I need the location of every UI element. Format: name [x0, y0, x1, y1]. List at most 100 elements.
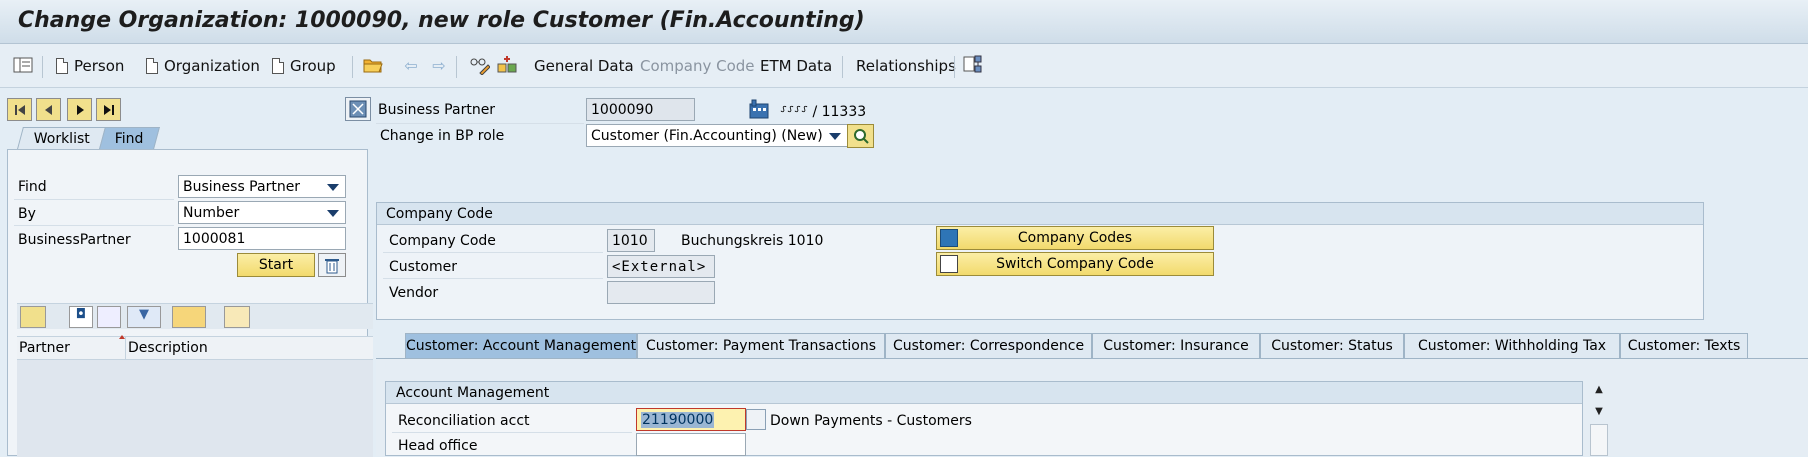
- cc-description: Buchungskreis 1010: [681, 233, 824, 249]
- start-label: Start: [258, 257, 294, 273]
- vendor-number-field: [607, 281, 715, 304]
- general-data-label: General Data: [534, 57, 634, 75]
- vendor-label: Vendor: [389, 285, 439, 301]
- company-code-label: Company Code: [640, 57, 755, 75]
- back-arrow-icon[interactable]: ⇦: [400, 54, 422, 76]
- person-button[interactable]: Person: [56, 54, 124, 78]
- tab-insurance[interactable]: Customer: Insurance: [1092, 333, 1260, 358]
- start-button[interactable]: Start: [237, 253, 315, 277]
- tab-find[interactable]: Find: [99, 127, 160, 149]
- head-office-label: Head office: [398, 438, 478, 454]
- detail-view-icon[interactable]: [12, 54, 34, 76]
- tab-label: Customer: Texts: [1627, 338, 1741, 354]
- head-office-input[interactable]: [636, 433, 746, 456]
- by-select-value: Number: [183, 204, 240, 221]
- divider: [392, 432, 632, 433]
- value-help-icon[interactable]: [746, 409, 766, 430]
- find-select-value: Business Partner: [183, 178, 301, 195]
- company-codes-icon: [940, 229, 958, 247]
- title-bar: Change Organization: 1000090, new role C…: [0, 0, 1808, 44]
- find-icon[interactable]: [20, 306, 46, 328]
- add-to-worklist-icon[interactable]: [224, 306, 250, 328]
- find-next-icon[interactable]: [97, 306, 121, 328]
- open-folder-icon[interactable]: [362, 54, 384, 76]
- group-label: Group: [290, 57, 336, 75]
- company-code-group-title: Company Code: [377, 203, 1703, 225]
- account-management-group: Account Management Reconciliation acct 2…: [385, 381, 1583, 456]
- role-details-icon[interactable]: [847, 124, 874, 148]
- previous-entry-button[interactable]: [36, 98, 61, 121]
- binoculars-icon[interactable]: ◘: [69, 306, 93, 328]
- tab-account-management[interactable]: Customer: Account Management: [405, 333, 637, 358]
- find-select[interactable]: Business Partner: [178, 175, 346, 198]
- next-entry-button[interactable]: [67, 98, 92, 121]
- tab-label: Customer: Withholding Tax: [1417, 338, 1607, 354]
- by-select[interactable]: Number: [178, 201, 346, 224]
- toolbar-separator: [954, 56, 955, 78]
- column-divider: [125, 337, 126, 359]
- etm-data-label: ETM Data: [760, 57, 833, 75]
- company-code-group: Company Code Company Code 1010 Buchungsk…: [376, 202, 1704, 320]
- company-codes-label: Company Codes: [1017, 230, 1133, 246]
- organization-label: Organization: [164, 57, 260, 75]
- person-label: Person: [74, 57, 125, 75]
- collapse-header-icon[interactable]: [345, 97, 371, 121]
- column-description[interactable]: Description: [128, 340, 208, 356]
- tab-label: Customer: Insurance: [1103, 338, 1249, 354]
- relationships-button[interactable]: Relationships: [856, 54, 956, 78]
- bp-address-text: ⸉⸉⸉⸉ / 11333: [780, 104, 867, 120]
- role-label: Change in BP role: [380, 128, 505, 144]
- toolbar-separator: [842, 56, 843, 78]
- document-icon: [146, 58, 158, 74]
- organization-button[interactable]: Organization: [146, 54, 260, 78]
- bp-role-value: Customer (Fin.Accounting) (New): [591, 127, 823, 144]
- switch-display-change-icon[interactable]: [496, 54, 518, 76]
- tab-status[interactable]: Customer: Status: [1260, 333, 1404, 358]
- scrollbar-track[interactable]: [1590, 424, 1608, 456]
- sort-indicator-icon: [119, 335, 125, 339]
- general-data-button[interactable]: General Data: [534, 54, 634, 78]
- toolbar-separator: [352, 56, 353, 78]
- tab-payment-transactions[interactable]: Customer: Payment Transactions: [637, 333, 885, 358]
- scroll-up-icon[interactable]: ▲: [1590, 380, 1608, 398]
- company-code-button: Company Code: [640, 54, 755, 78]
- tab-worklist-label: Worklist: [34, 130, 91, 147]
- divider: [383, 278, 603, 279]
- group-button[interactable]: Group: [272, 54, 336, 78]
- tab-label: Customer: Correspondence: [892, 338, 1085, 354]
- tab-label: Customer: Account Management: [405, 338, 637, 354]
- tab-worklist[interactable]: Worklist: [17, 127, 108, 149]
- toolbar-separator: [42, 56, 43, 78]
- businesspartner-input[interactable]: 1000081: [178, 227, 346, 250]
- first-entry-button[interactable]: [7, 98, 32, 121]
- bp-role-select[interactable]: Customer (Fin.Accounting) (New): [586, 124, 848, 147]
- delete-button[interactable]: [318, 253, 346, 277]
- org-structure-icon[interactable]: [962, 54, 984, 76]
- by-label: By: [18, 206, 36, 222]
- tab-correspondence[interactable]: Customer: Correspondence: [885, 333, 1092, 358]
- tab-find-label: Find: [115, 130, 144, 147]
- glasses-pencil-icon[interactable]: [468, 54, 490, 76]
- filter-icon[interactable]: ▼: [127, 306, 161, 328]
- tab-label: Customer: Status: [1271, 338, 1393, 354]
- forward-arrow-icon[interactable]: ⇨: [428, 54, 450, 76]
- building-icon: [748, 99, 770, 119]
- application-toolbar: Person Organization Group ⇦ ⇨ General Da…: [0, 44, 1808, 88]
- window-title: Change Organization: 1000090, new role C…: [18, 8, 865, 33]
- switch-company-code-button[interactable]: Switch Company Code: [936, 252, 1214, 276]
- last-entry-button[interactable]: [96, 98, 121, 121]
- company-code-field: 1010: [607, 229, 655, 252]
- divider: [14, 225, 174, 226]
- document-icon: [272, 58, 284, 74]
- company-codes-button[interactable]: Company Codes: [936, 226, 1214, 250]
- tab-texts[interactable]: Customer: Texts: [1620, 333, 1748, 358]
- relationships-label: Relationships: [856, 57, 956, 75]
- reconciliation-account-input[interactable]: 21190000: [636, 408, 746, 431]
- layout-icon[interactable]: [172, 306, 206, 328]
- scroll-down-icon[interactable]: ▼: [1590, 402, 1608, 420]
- column-partner[interactable]: Partner: [19, 340, 70, 356]
- tab-withholding-tax[interactable]: Customer: Withholding Tax: [1404, 333, 1620, 358]
- etm-data-button[interactable]: ETM Data: [760, 54, 832, 78]
- toolbar-separator: [456, 56, 457, 78]
- businesspartner-label: BusinessPartner: [18, 232, 131, 248]
